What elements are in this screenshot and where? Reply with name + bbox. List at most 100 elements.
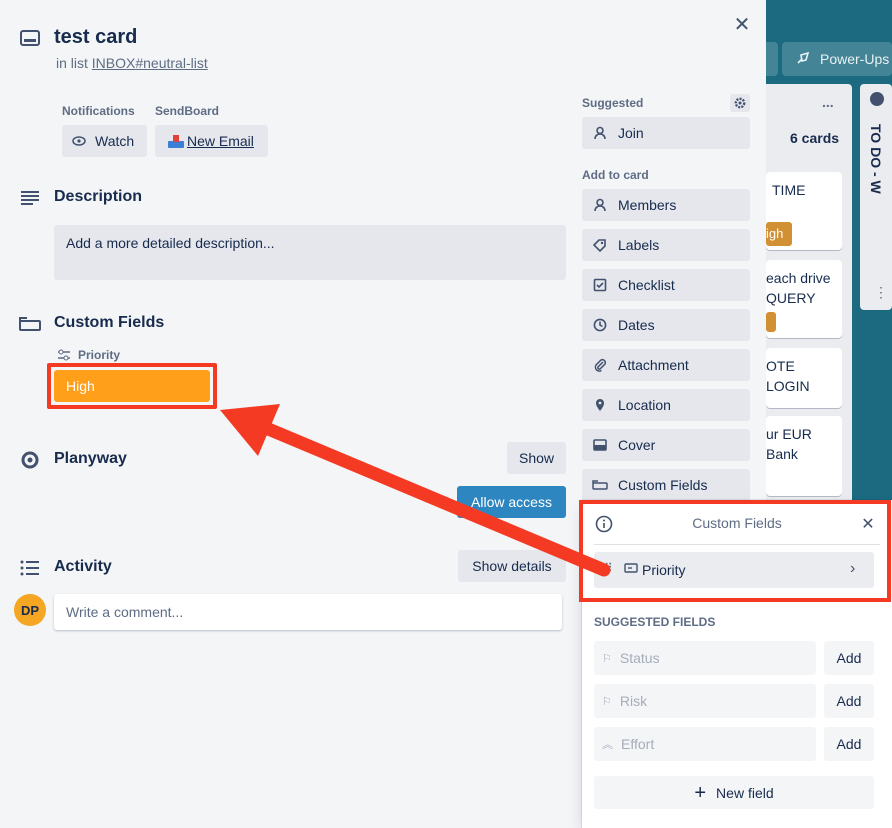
- description-heading: Description: [54, 188, 143, 205]
- in-list-prefix: in list: [56, 55, 88, 71]
- board-card-text: each drive QUERY: [766, 270, 831, 306]
- planyway-show-button[interactable]: Show: [507, 442, 566, 474]
- attachment-label: Attachment: [618, 357, 689, 373]
- members-label: Members: [618, 197, 677, 213]
- labels-label: Labels: [618, 237, 660, 253]
- checklist-button[interactable]: Checklist: [582, 269, 750, 301]
- description-icon: [18, 186, 42, 210]
- paperclip-icon: [592, 357, 608, 373]
- checklist-label: Checklist: [618, 277, 675, 293]
- suggested-field-status: ⚐ Status: [594, 641, 816, 675]
- new-email-button[interactable]: New Email: [155, 125, 268, 157]
- popover-title: Custom Fields: [692, 515, 782, 531]
- list-menu-icon[interactable]: ⋮: [874, 284, 888, 301]
- power-ups-label: Power-Ups: [820, 51, 890, 67]
- list-menu-button[interactable]: ...: [822, 94, 834, 110]
- flag-icon: ⚐: [602, 652, 612, 665]
- labels-button[interactable]: Labels: [582, 229, 750, 261]
- collapsed-board-list[interactable]: TO DO - W ⋮: [860, 84, 892, 310]
- new-field-button[interactable]: + New field: [594, 776, 874, 809]
- add-effort-button[interactable]: Add: [824, 727, 874, 761]
- board-card-text: ur EUR Bank: [766, 426, 812, 462]
- card-title[interactable]: test card: [54, 26, 137, 49]
- activity-icon: [18, 556, 42, 580]
- comment-input[interactable]: Write a comment...: [54, 594, 562, 630]
- gear-icon[interactable]: [730, 94, 750, 112]
- dates-label: Dates: [618, 317, 655, 333]
- close-icon[interactable]: ✕: [730, 12, 754, 36]
- add-status-button[interactable]: Add: [824, 641, 874, 675]
- planyway-heading: Planyway: [54, 450, 127, 467]
- list-settings-icon: [57, 349, 71, 361]
- status-field-label: Status: [619, 650, 660, 666]
- card-icon: [18, 26, 42, 50]
- board-card[interactable]: OTE LOGIN: [766, 348, 842, 408]
- priority-field-name: Priority: [642, 562, 686, 578]
- label-chip: [766, 312, 776, 332]
- sendboard-label: SendBoard: [155, 104, 220, 118]
- power-ups-button[interactable]: Power-Ups: [782, 42, 892, 76]
- show-details-button[interactable]: Show details: [458, 550, 566, 582]
- rocket-icon: [796, 51, 810, 68]
- custom-fields-heading: Custom Fields: [54, 314, 165, 331]
- board-card[interactable]: each drive QUERY: [766, 260, 842, 338]
- attachment-button[interactable]: Attachment: [582, 349, 750, 381]
- priority-field-row[interactable]: ⠿ Priority ›: [594, 552, 874, 588]
- effort-field-label: Effort: [621, 736, 655, 752]
- member-icon: [592, 197, 608, 213]
- collapsed-list-title: TO DO - W: [868, 124, 884, 194]
- custom-fields-icon: [18, 312, 42, 336]
- add-risk-button[interactable]: Add: [824, 684, 874, 718]
- location-label: Location: [618, 397, 671, 413]
- clock-icon: [592, 317, 608, 333]
- custom-fields-icon: [592, 477, 608, 493]
- checklist-icon: [592, 277, 608, 293]
- custom-fields-button[interactable]: Custom Fields: [582, 469, 750, 501]
- board-card[interactable]: ur EUR Bank: [766, 416, 842, 496]
- description-field[interactable]: Add a more detailed description...: [54, 225, 566, 280]
- member-icon: [592, 125, 608, 141]
- priority-label-text: Priority: [78, 348, 121, 362]
- list-link[interactable]: INBOX#neutral-list: [92, 55, 208, 71]
- board-list: ... 6 cards TIME igh each drive QUERY OT…: [760, 84, 852, 504]
- dates-button[interactable]: Dates: [582, 309, 750, 341]
- popover-divider: [594, 544, 880, 545]
- cover-label: Cover: [618, 437, 656, 453]
- card-list-info: in list INBOX#neutral-list: [56, 55, 208, 71]
- cover-button[interactable]: Cover: [582, 429, 750, 461]
- location-pin-icon: [592, 397, 608, 413]
- priority-value: High: [66, 378, 95, 394]
- board-card-text: OTE LOGIN: [766, 358, 810, 394]
- board-card-text: TIME: [772, 182, 806, 198]
- suggested-field-effort: ︽ Effort: [594, 727, 816, 761]
- suggested-label: Suggested: [582, 96, 644, 110]
- location-button[interactable]: Location: [582, 389, 750, 421]
- board-card[interactable]: TIME igh: [766, 172, 842, 250]
- join-button[interactable]: Join: [582, 117, 750, 149]
- watch-button[interactable]: Watch: [62, 125, 147, 157]
- close-icon[interactable]: ✕: [858, 514, 878, 534]
- watch-label: Watch: [95, 133, 135, 149]
- custom-fields-label: Custom Fields: [618, 477, 708, 493]
- priority-field-label: Priority: [57, 348, 120, 362]
- allow-access-button[interactable]: Allow access: [457, 486, 566, 518]
- flag-icon: ⚐: [602, 695, 612, 708]
- avatar[interactable]: DP: [14, 594, 46, 626]
- priority-badge: igh: [766, 222, 792, 246]
- eye-icon: [72, 136, 86, 146]
- description-placeholder: Add a more detailed description...: [66, 235, 275, 251]
- comment-placeholder: Write a comment...: [66, 604, 184, 620]
- risk-field-label: Risk: [619, 693, 648, 709]
- suggested-field-risk: ⚐ Risk: [594, 684, 816, 718]
- planyway-icon: [18, 448, 42, 472]
- email-icon: [167, 133, 185, 149]
- dropdown-field-icon: [624, 562, 638, 574]
- collapse-icon[interactable]: [870, 92, 884, 106]
- priority-select[interactable]: High: [54, 370, 210, 402]
- drag-handle-icon[interactable]: ⠿: [604, 561, 613, 575]
- label-icon: [592, 237, 608, 253]
- members-button[interactable]: Members: [582, 189, 750, 221]
- chevron-right-icon[interactable]: ›: [850, 560, 855, 578]
- new-field-label: New field: [716, 784, 774, 801]
- add-to-card-label: Add to card: [582, 168, 649, 182]
